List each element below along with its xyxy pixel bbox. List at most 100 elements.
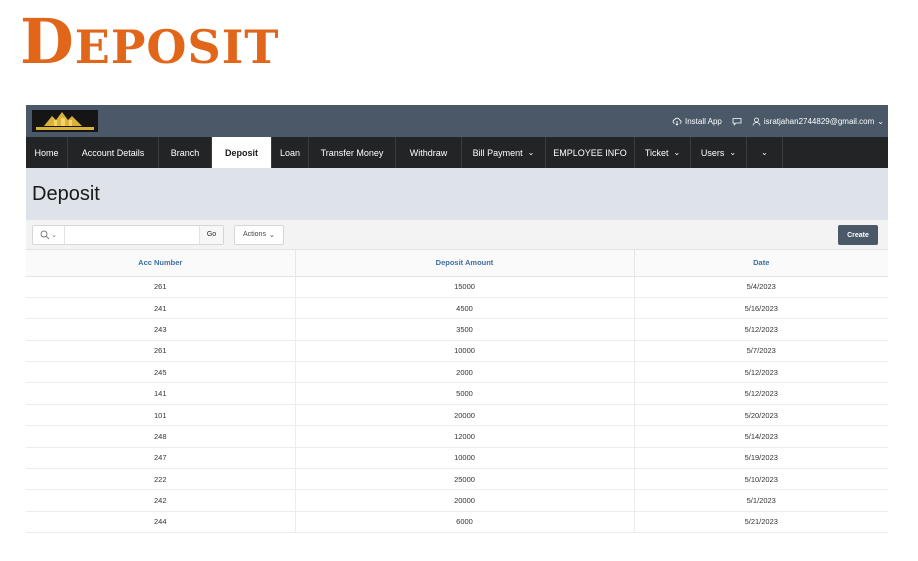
nav-employee-info[interactable]: EMPLOYEE INFO <box>546 137 635 168</box>
table-row: 261 15000 5/4/2023 <box>26 276 888 298</box>
column-header-date[interactable]: Date <box>634 250 888 277</box>
cell-deposit-amount: 12000 <box>295 425 635 448</box>
cell-acc-number: 243 <box>26 318 296 341</box>
table-row: 222 25000 5/10/2023 <box>26 468 888 491</box>
nav-label: Loan <box>279 147 301 158</box>
bank-logo-graphic <box>32 110 98 132</box>
cell-deposit-amount: 10000 <box>295 340 635 363</box>
page-header: Deposit <box>26 168 888 220</box>
nav-label: Home <box>34 147 59 158</box>
nav-label: Transfer Money <box>320 147 384 158</box>
cell-acc-number: 248 <box>26 425 296 448</box>
nav-label: Deposit <box>224 147 258 158</box>
table-row: 242 20000 5/1/2023 <box>26 489 888 512</box>
cell-date: 5/1/2023 <box>634 489 888 512</box>
column-header-deposit-amount[interactable]: Deposit Amount <box>295 250 635 277</box>
cell-acc-number: 261 <box>26 340 296 363</box>
install-app-button[interactable]: Install App <box>672 117 722 126</box>
cell-date: 5/12/2023 <box>634 318 888 341</box>
cell-date: 5/19/2023 <box>634 447 888 470</box>
nav-branch[interactable]: Branch <box>159 137 212 168</box>
nav-label: EMPLOYEE INFO <box>553 147 627 158</box>
table-row: 141 5000 5/12/2023 <box>26 382 888 405</box>
actions-button[interactable]: Actions ⌄ <box>234 224 284 245</box>
cell-deposit-amount: 20000 <box>295 489 635 512</box>
cell-date: 5/10/2023 <box>634 468 888 491</box>
nav-label: Bill Payment <box>472 147 523 158</box>
cell-acc-number: 101 <box>26 404 296 427</box>
nav-deposit[interactable]: Deposit <box>212 137 272 168</box>
cell-deposit-amount: 10000 <box>295 447 635 470</box>
table-row: 241 4500 5/16/2023 <box>26 297 888 320</box>
user-email: isratjahan2744829@gmail.com <box>763 116 875 126</box>
table-row: 247 10000 5/19/2023 <box>26 447 888 470</box>
nav-users[interactable]: Users ⌄ <box>691 137 747 168</box>
nav-ticket[interactable]: Ticket ⌄ <box>635 137 691 168</box>
user-menu[interactable]: isratjahan2744829@gmail.com ⌄ <box>752 117 884 126</box>
search-icon <box>40 230 50 239</box>
chevron-down-icon: ⌄ <box>761 148 768 157</box>
app-window: Install App isratjahan2744829@gmail.com … <box>26 105 888 535</box>
feedback-button[interactable] <box>732 117 742 126</box>
chevron-down-icon: ⌄ <box>673 148 681 157</box>
column-header-acc-number[interactable]: Acc Number <box>26 250 296 277</box>
cell-acc-number: 244 <box>26 511 296 534</box>
table-row: 245 2000 5/12/2023 <box>26 361 888 384</box>
slide-title-initial: D <box>20 5 75 78</box>
chat-bubble-icon <box>732 117 742 126</box>
chevron-down-icon: ⌄ <box>877 116 884 126</box>
cell-date: 5/4/2023 <box>634 276 888 298</box>
search-column-selector[interactable]: ⌄ <box>33 225 65 244</box>
actions-label: Actions <box>243 231 266 238</box>
cell-acc-number: 222 <box>26 468 296 491</box>
cell-deposit-amount: 5000 <box>295 382 635 405</box>
nav-account-details[interactable]: Account Details <box>68 137 159 168</box>
slide-title-rest: EPOSIT <box>74 20 280 74</box>
cell-date: 5/7/2023 <box>634 340 888 363</box>
deposit-table: Acc Number Deposit Amount Date 261 15000 5… <box>26 250 888 534</box>
chevron-down-icon: ⌄ <box>51 231 57 239</box>
page-title: Deposit <box>32 182 100 205</box>
install-app-label: Install App <box>684 116 722 126</box>
cell-acc-number: 141 <box>26 382 296 405</box>
slide-title: DEPOSIT <box>20 6 279 83</box>
nav-bill-payment[interactable]: Bill Payment ⌄ <box>462 137 546 168</box>
table-row: 243 3500 5/12/2023 <box>26 318 888 341</box>
search-input[interactable] <box>65 225 199 244</box>
cell-deposit-amount: 20000 <box>295 404 635 427</box>
nav-home[interactable]: Home <box>26 137 68 168</box>
table-header-row: Acc Number Deposit Amount Date <box>26 250 888 277</box>
cell-deposit-amount: 4500 <box>295 297 635 320</box>
table-body: 261 15000 5/4/2023 241 4500 5/16/2023 243 3500 5… <box>26 276 888 534</box>
cloud-download-icon <box>672 117 682 126</box>
cell-date: 5/16/2023 <box>634 297 888 320</box>
cell-acc-number: 245 <box>26 361 296 384</box>
table-row: 248 12000 5/14/2023 <box>26 425 888 448</box>
go-button[interactable]: Go <box>199 225 223 244</box>
cell-acc-number: 247 <box>26 447 296 470</box>
cell-date: 5/21/2023 <box>634 511 888 534</box>
nav-withdraw[interactable]: Withdraw <box>396 137 462 168</box>
bank-logo[interactable] <box>32 110 98 132</box>
chevron-down-icon: ⌄ <box>729 148 737 157</box>
cell-deposit-amount: 3500 <box>295 318 635 341</box>
top-bar-actions: Install App isratjahan2744829@gmail.com … <box>672 117 884 126</box>
cell-acc-number: 261 <box>26 276 296 298</box>
main-nav: Home Account Details Branch Deposit Loan… <box>26 137 888 168</box>
nav-transfer-money[interactable]: Transfer Money <box>309 137 396 168</box>
nav-label: Users <box>700 147 725 158</box>
user-icon <box>752 117 761 126</box>
cell-acc-number: 241 <box>26 297 296 320</box>
cell-date: 5/12/2023 <box>634 382 888 405</box>
nav-label: Branch <box>170 147 200 158</box>
cell-date: 5/12/2023 <box>634 361 888 384</box>
top-bar: Install App isratjahan2744829@gmail.com … <box>26 105 888 137</box>
cell-deposit-amount: 2000 <box>295 361 635 384</box>
create-button[interactable]: Create <box>838 225 878 245</box>
cell-deposit-amount: 15000 <box>295 276 635 298</box>
nav-loan[interactable]: Loan <box>272 137 309 168</box>
cell-deposit-amount: 25000 <box>295 468 635 491</box>
nav-more[interactable]: ⌄ <box>747 137 783 168</box>
nav-label: Ticket <box>644 147 669 158</box>
cell-deposit-amount: 6000 <box>295 511 635 534</box>
